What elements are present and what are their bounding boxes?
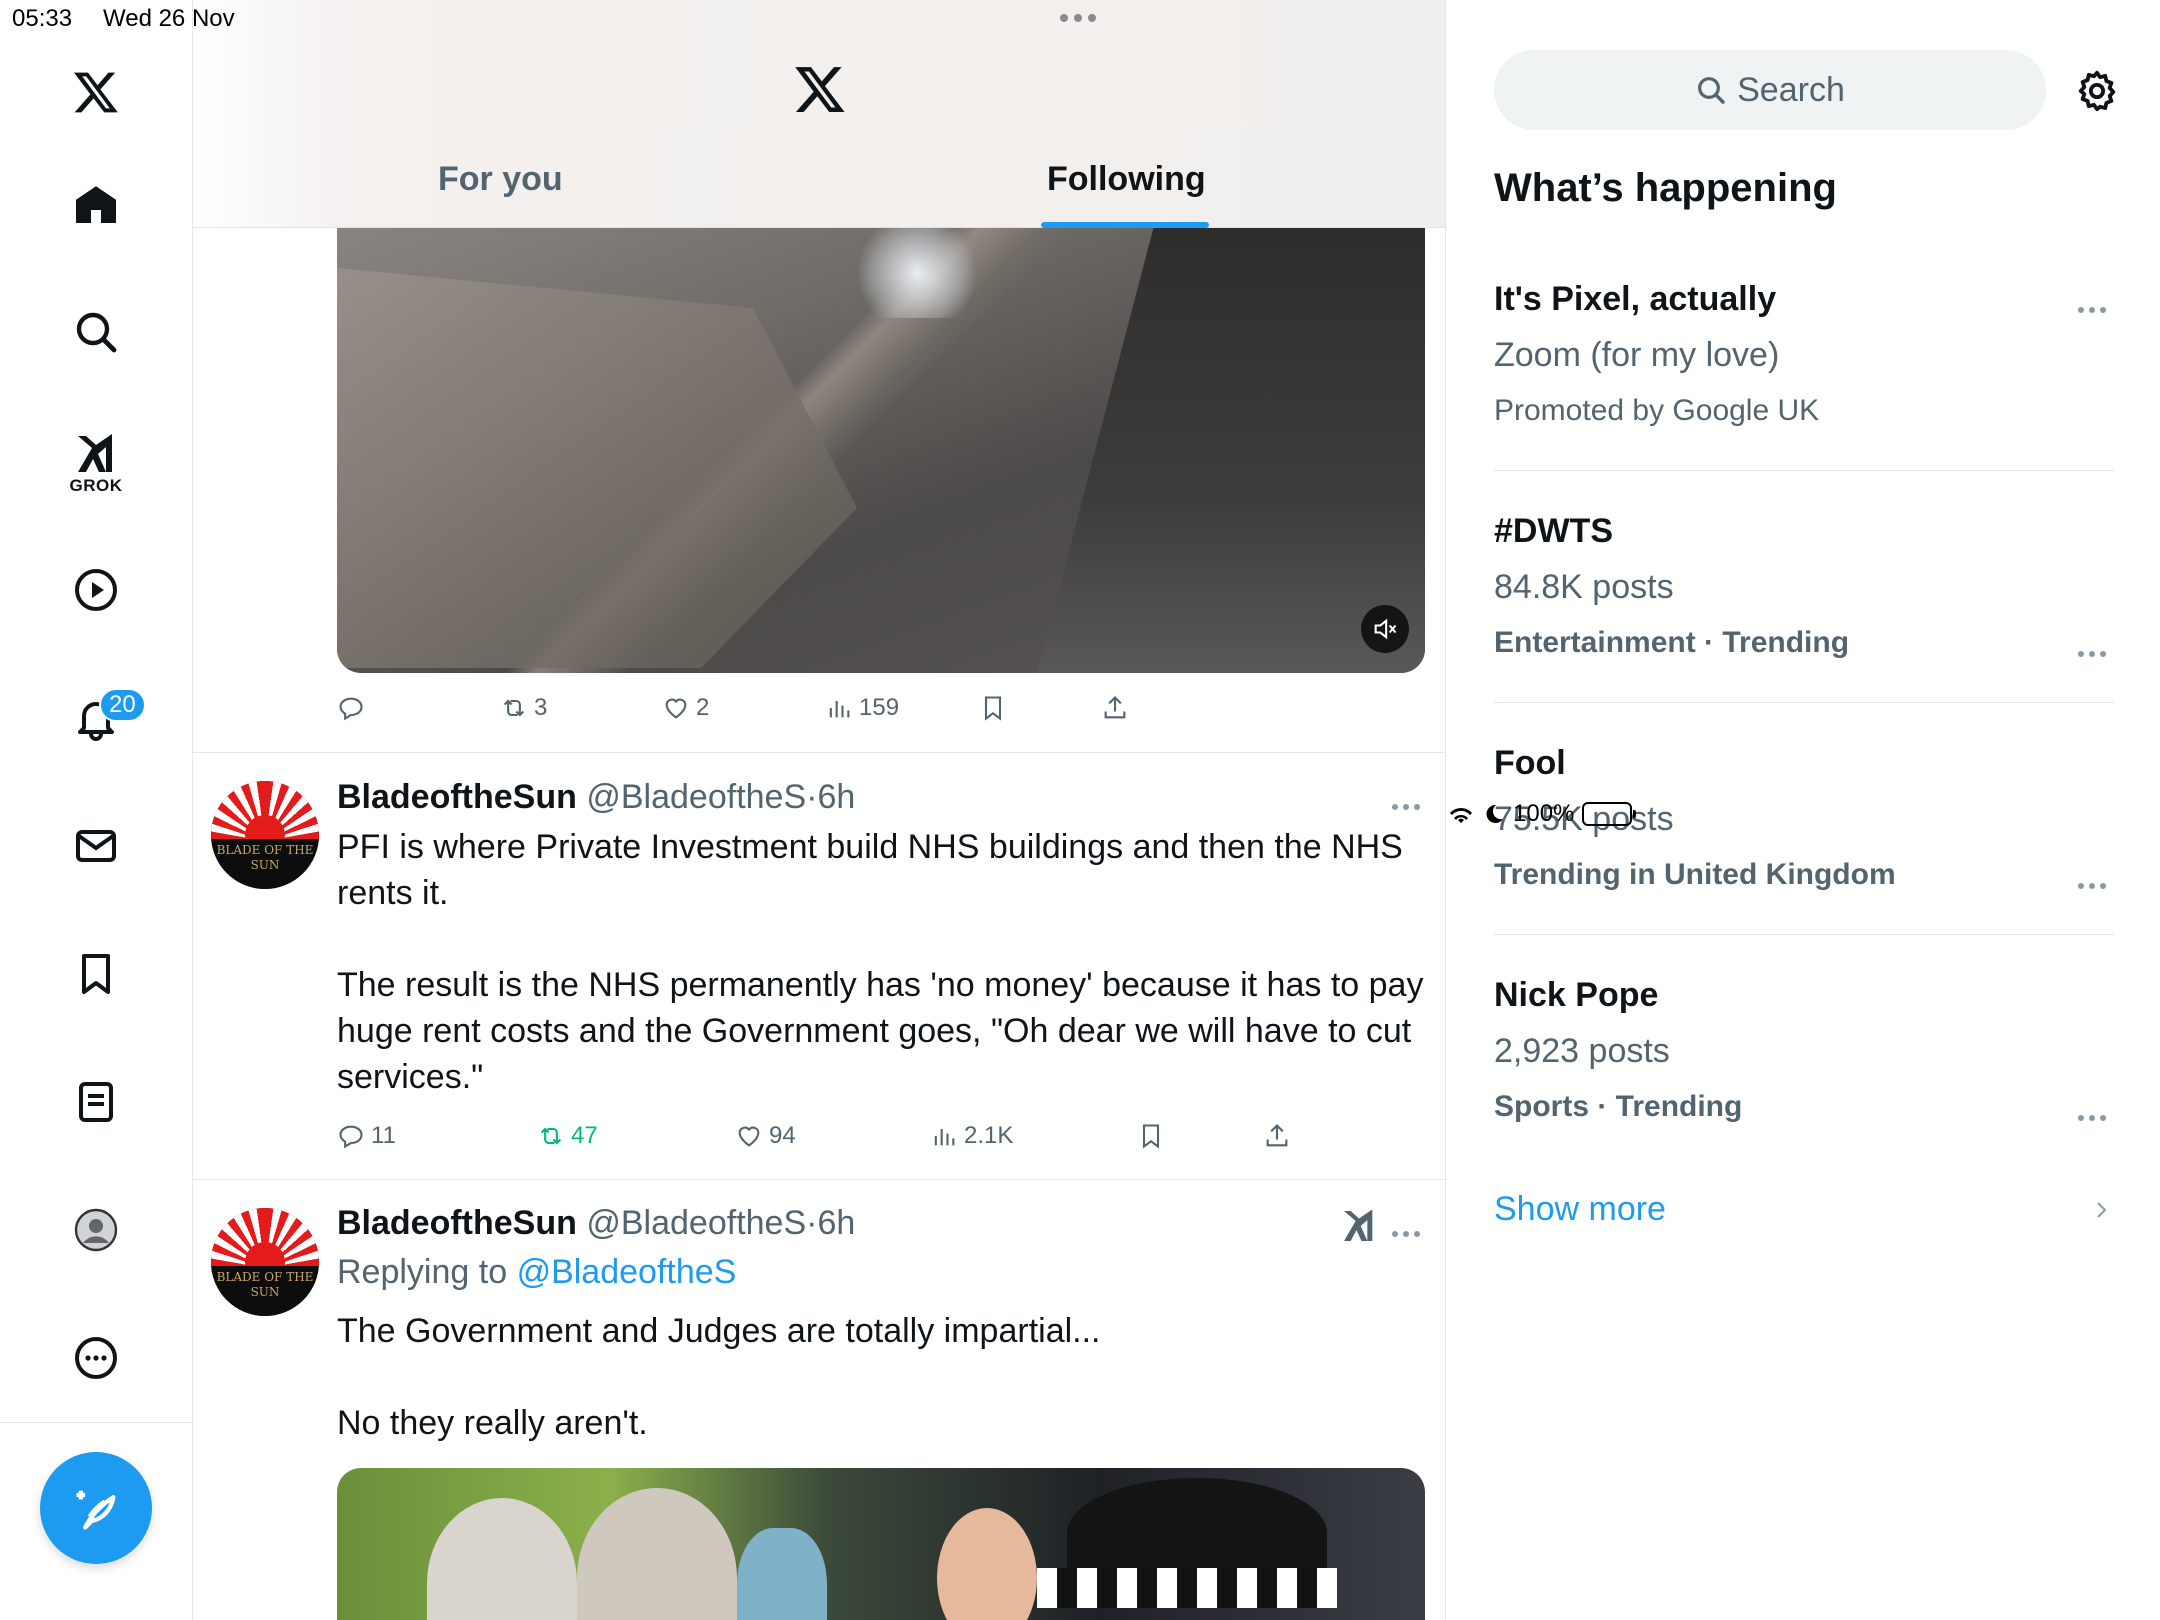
status-right: 100%: [1447, 4, 2160, 1620]
tweet-divider: [193, 1179, 1445, 1180]
x-logo-icon[interactable]: [56, 52, 136, 132]
tweet-text: PFI is where Private Investment build NH…: [337, 828, 1424, 1096]
tweet-header: BladeoftheSun @BladeoftheS·6h: [337, 778, 856, 816]
replying-prefix: Replying to: [337, 1253, 508, 1291]
share-icon: [1104, 696, 1126, 719]
tweet-time[interactable]: 6h: [817, 778, 855, 816]
tweet-more-icon[interactable]: [1386, 1224, 1426, 1244]
views-count: 2.1K: [964, 1122, 1014, 1149]
lists-icon[interactable]: [56, 1062, 136, 1142]
reply-icon: [339, 1125, 363, 1149]
messages-mail-icon[interactable]: [56, 806, 136, 886]
tweet-header: BladeoftheSun @BladeoftheS·6h: [337, 1204, 856, 1242]
like-button[interactable]: 94: [735, 1122, 796, 1150]
multitasking-dots-icon[interactable]: [1060, 14, 1096, 22]
status-time: 05:33: [12, 5, 73, 32]
views-count: 159: [859, 694, 900, 721]
home-icon[interactable]: [56, 165, 136, 245]
author-name[interactable]: BladeoftheSun: [337, 778, 577, 816]
views-chart-icon: [934, 1129, 955, 1146]
tweet-time[interactable]: 6h: [817, 1204, 855, 1242]
views-button[interactable]: 2.1K: [930, 1122, 1013, 1150]
grok-nav-item[interactable]: GROK: [56, 418, 136, 508]
reply-button[interactable]: 11: [337, 1122, 396, 1150]
profile-avatar-icon[interactable]: [56, 1190, 136, 1270]
repost-button[interactable]: 3: [500, 694, 547, 722]
tab-following[interactable]: Following: [1047, 160, 1206, 199]
author-handle[interactable]: @BladeoftheS: [586, 778, 806, 816]
moon-icon: [1486, 804, 1503, 823]
more-options-icon[interactable]: [56, 1318, 136, 1398]
notifications-bell-icon[interactable]: 20: [56, 678, 146, 758]
nav-divider: [0, 1422, 193, 1423]
tweet-more-icon[interactable]: [1386, 797, 1426, 817]
bookmark-button[interactable]: [1137, 1122, 1165, 1150]
status-bar: 05:33 Wed 26 Nov 100%: [0, 0, 2160, 827]
avatar[interactable]: BLADE OF THE SUN: [211, 781, 319, 889]
grok-icon: [78, 434, 112, 472]
views-button[interactable]: 159: [825, 694, 899, 722]
mute-button[interactable]: [1361, 605, 1409, 653]
replying-to: Replying to @BladeoftheS: [337, 1253, 736, 1292]
tweet-text: The Government and Judges are totally im…: [337, 1312, 1101, 1442]
compose-post-button[interactable]: [40, 1452, 152, 1564]
tweet-image[interactable]: [337, 1468, 1425, 1620]
battery-icon: [1582, 802, 1637, 826]
tweet-actions: 3 2 159: [337, 694, 1425, 734]
grok-label: GROK: [69, 476, 123, 495]
avatar[interactable]: BLADE OF THE SUN: [211, 1208, 319, 1316]
active-tab-indicator: [1041, 222, 1209, 228]
share-button[interactable]: [1263, 1122, 1291, 1150]
status-date: Wed 26 Nov: [103, 5, 235, 32]
replying-to-link[interactable]: @BladeoftheS: [517, 1253, 737, 1291]
like-count: 2: [696, 694, 710, 721]
tweet-actions: 11 47 94 2.1K: [337, 1122, 1425, 1162]
share-icon: [1266, 1124, 1288, 1147]
compose-feather-icon: [76, 1490, 116, 1530]
timeline-column: For you Following 3 2 159 BLADE OF THE S…: [193, 0, 1446, 1620]
left-nav: GROK 20: [0, 0, 193, 1620]
repost-button[interactable]: 47: [537, 1122, 598, 1150]
like-count: 94: [769, 1122, 796, 1149]
like-button[interactable]: 2: [662, 694, 709, 722]
reply-button[interactable]: [337, 694, 371, 722]
explore-search-icon[interactable]: [56, 292, 136, 372]
repost-icon: [540, 1127, 562, 1145]
bookmark-icon: [1142, 1124, 1160, 1149]
heart-icon: [665, 698, 687, 719]
heart-icon: [738, 1126, 760, 1147]
tweet-divider: [193, 752, 1445, 753]
share-button[interactable]: [1101, 694, 1129, 722]
repost-icon: [503, 699, 525, 717]
author-name[interactable]: BladeoftheSun: [337, 1204, 577, 1242]
reply-count: 11: [371, 1122, 396, 1149]
avatar-text: BLADE OF THE SUN: [216, 843, 314, 872]
reply-icon: [339, 697, 363, 721]
repost-count: 3: [534, 694, 548, 721]
notifications-badge: 20: [99, 688, 146, 722]
wifi-icon: [1450, 808, 1472, 823]
speaker-muted-icon: [1374, 618, 1397, 640]
author-handle[interactable]: @BladeoftheS: [586, 1204, 806, 1242]
bookmark-button[interactable]: [979, 694, 1007, 722]
grok-icon[interactable]: [1339, 1206, 1379, 1246]
x-logo-icon[interactable]: [793, 62, 847, 116]
bookmark-icon: [984, 696, 1002, 721]
repost-count: 47: [571, 1122, 598, 1149]
avatar-text: BLADE OF THE SUN: [216, 1270, 314, 1299]
bookmarks-icon[interactable]: [56, 934, 136, 1014]
tab-for-you[interactable]: For you: [438, 160, 563, 199]
battery-percent: 100%: [1513, 800, 1575, 827]
tweet-video[interactable]: [337, 228, 1425, 673]
views-chart-icon: [829, 701, 850, 718]
video-play-icon[interactable]: [56, 550, 136, 630]
